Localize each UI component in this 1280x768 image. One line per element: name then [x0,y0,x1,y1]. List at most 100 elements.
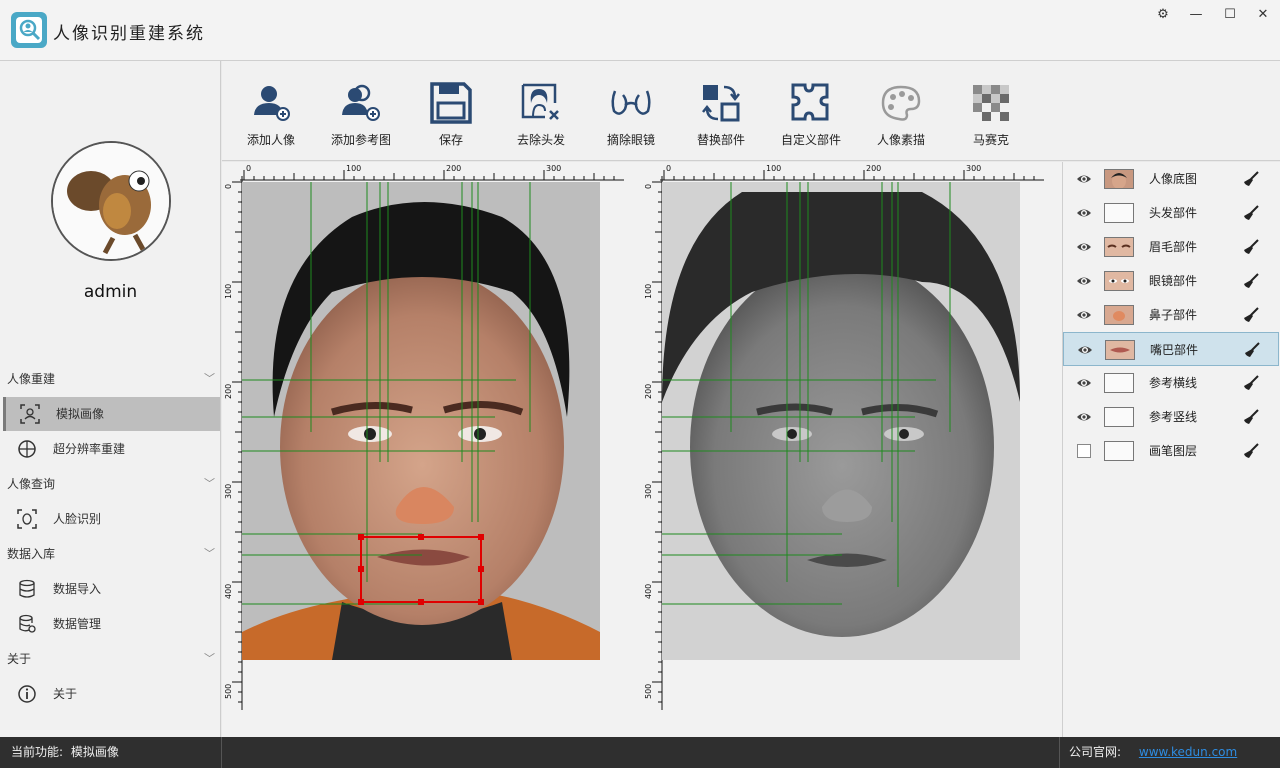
brush-icon[interactable] [1243,375,1259,391]
tool-label: 去除头发 [516,133,565,147]
ruler-label: 400 [644,584,653,599]
save-button[interactable]: 保存 [406,81,496,151]
nav-item-label: 模拟画像 [56,407,105,421]
nav-item-face-recognition[interactable]: 人脸识别 [3,502,220,536]
section-portrait-rebuild[interactable]: 人像重建 ﹀ [0,364,221,394]
eye-icon[interactable] [1077,343,1093,357]
custom-part-button[interactable]: 自定义部件 [766,81,856,151]
custom-part-icon [791,83,829,121]
reconstructed-portrait[interactable] [662,182,1020,660]
section-portrait-query[interactable]: 人像查询 ﹀ [0,469,221,499]
layer-row[interactable]: 眼镜部件 [1063,264,1279,298]
section-label: 人像重建 [7,372,56,386]
section-about[interactable]: 关于 ﹀ [0,644,221,674]
tool-label: 摘除眼镜 [606,133,655,147]
brush-icon[interactable] [1243,239,1259,255]
add-person-icon [254,86,290,121]
status-bar: 当前功能: 模拟画像 公司官网: www.kedun.com [0,737,1280,768]
layer-row[interactable]: 参考横线 [1063,366,1279,400]
ruler-label: 300 [224,484,233,499]
brush-icon[interactable] [1243,171,1259,187]
canvas-area[interactable]: 0 100 200 300 0 100 200 300 400 500 0 100 200 300 0 10… [222,162,1062,737]
layer-row[interactable]: 嘴巴部件 [1063,332,1279,366]
database-icon [19,579,35,598]
add-reference-button[interactable]: 添加参考图 [316,81,406,151]
brush-icon[interactable] [1243,273,1259,289]
remove-hair-button[interactable]: 去除头发 [496,81,586,151]
layer-thumbnail [1104,271,1134,291]
ruler-label: 200 [446,164,461,173]
info-icon [18,685,36,703]
eye-icon[interactable] [1076,206,1092,220]
tool-label: 添加参考图 [330,133,391,147]
ruler-label: 300 [966,164,981,173]
add-person-button[interactable]: 添加人像 [226,81,316,151]
ruler-label: 200 [224,384,233,399]
face-scan-icon [20,404,40,424]
nav-item-label: 超分辨率重建 [53,442,126,456]
current-function-label: 当前功能: [11,745,64,759]
brush-icon[interactable] [1243,307,1259,323]
eye-icon[interactable] [1076,240,1092,254]
nav-item-data-management[interactable]: 数据管理 [3,607,220,641]
mosaic-button[interactable]: 马赛克 [946,81,1036,151]
ruler-label: 0 [224,184,233,189]
app-window: 人像识别重建系统 ⚙ — ☐ ✕ admin 人像重建 ﹀ 模拟画像 超分辨率重… [0,0,1280,768]
layer-row[interactable]: 头发部件 [1063,196,1279,230]
toolbar: 添加人像 添加参考图 保存 去除头发 摘除眼镜 替换部件 自定义部件 人像素描 … [222,61,1280,161]
layer-row[interactable]: 人像底图 [1063,162,1279,196]
eye-icon[interactable] [1076,308,1092,322]
minimize-button[interactable]: — [1184,4,1208,26]
layer-label: 嘴巴部件 [1150,343,1199,357]
section-label: 人像查询 [7,477,56,491]
layer-label: 画笔图层 [1149,444,1198,458]
face-recognition-icon [17,509,37,529]
chevron-down-icon: ﹀ [204,547,215,560]
portrait-sketch-button[interactable]: 人像素描 [856,81,946,151]
ruler-label: 500 [644,684,653,699]
avatar [51,141,171,261]
tool-label: 保存 [438,133,463,147]
brush-icon[interactable] [1243,205,1259,221]
brush-icon[interactable] [1244,342,1260,358]
sidebar: admin 人像重建 ﹀ 模拟画像 超分辨率重建 人像查询 ﹀ 人脸识别 数据入… [0,61,221,737]
remove-hair-icon [521,83,559,120]
nav-item-about[interactable]: 关于 [3,677,220,711]
visibility-checkbox[interactable] [1077,444,1091,458]
layer-label: 鼻子部件 [1149,308,1198,322]
eye-icon[interactable] [1076,172,1092,186]
company-site-label: 公司官网: [1069,745,1122,759]
layer-row[interactable]: 画笔图层 [1063,434,1279,468]
section-data-import[interactable]: 数据入库 ﹀ [0,539,221,569]
ruler-label: 400 [224,584,233,599]
brush-icon[interactable] [1243,409,1259,425]
username: admin [83,282,138,302]
nav-item-simulated-portrait[interactable]: 模拟画像 [3,397,220,431]
layer-row[interactable]: 参考竖线 [1063,400,1279,434]
company-site-link[interactable]: www.kedun.com [1139,745,1237,759]
section-label: 数据入库 [7,547,56,561]
eye-icon[interactable] [1076,274,1092,288]
tool-label: 人像素描 [876,133,925,147]
maximize-button[interactable]: ☐ [1218,4,1242,26]
palette-icon [881,85,921,121]
layer-row[interactable]: 眉毛部件 [1063,230,1279,264]
current-function: 当前功能: 模拟画像 [11,737,119,768]
layer-row[interactable]: 鼻子部件 [1063,298,1279,332]
replace-part-button[interactable]: 替换部件 [676,81,766,151]
eye-icon[interactable] [1076,410,1092,424]
ruler-label: 0 [246,164,251,173]
company-site: 公司官网: www.kedun.com [1069,737,1237,768]
layer-thumbnail [1104,305,1134,325]
remove-glasses-button[interactable]: 摘除眼镜 [586,81,676,151]
nav-item-data-import[interactable]: 数据导入 [3,572,220,606]
nav-item-super-resolution[interactable]: 超分辨率重建 [3,432,220,466]
tool-label: 添加人像 [246,133,295,147]
layer-label: 头发部件 [1149,206,1198,220]
eye-icon[interactable] [1076,376,1092,390]
replace-part-icon [702,85,740,122]
original-portrait[interactable] [242,182,600,660]
brush-icon[interactable] [1243,443,1259,459]
close-button[interactable]: ✕ [1251,4,1275,26]
settings-icon[interactable]: ⚙ [1151,4,1175,26]
